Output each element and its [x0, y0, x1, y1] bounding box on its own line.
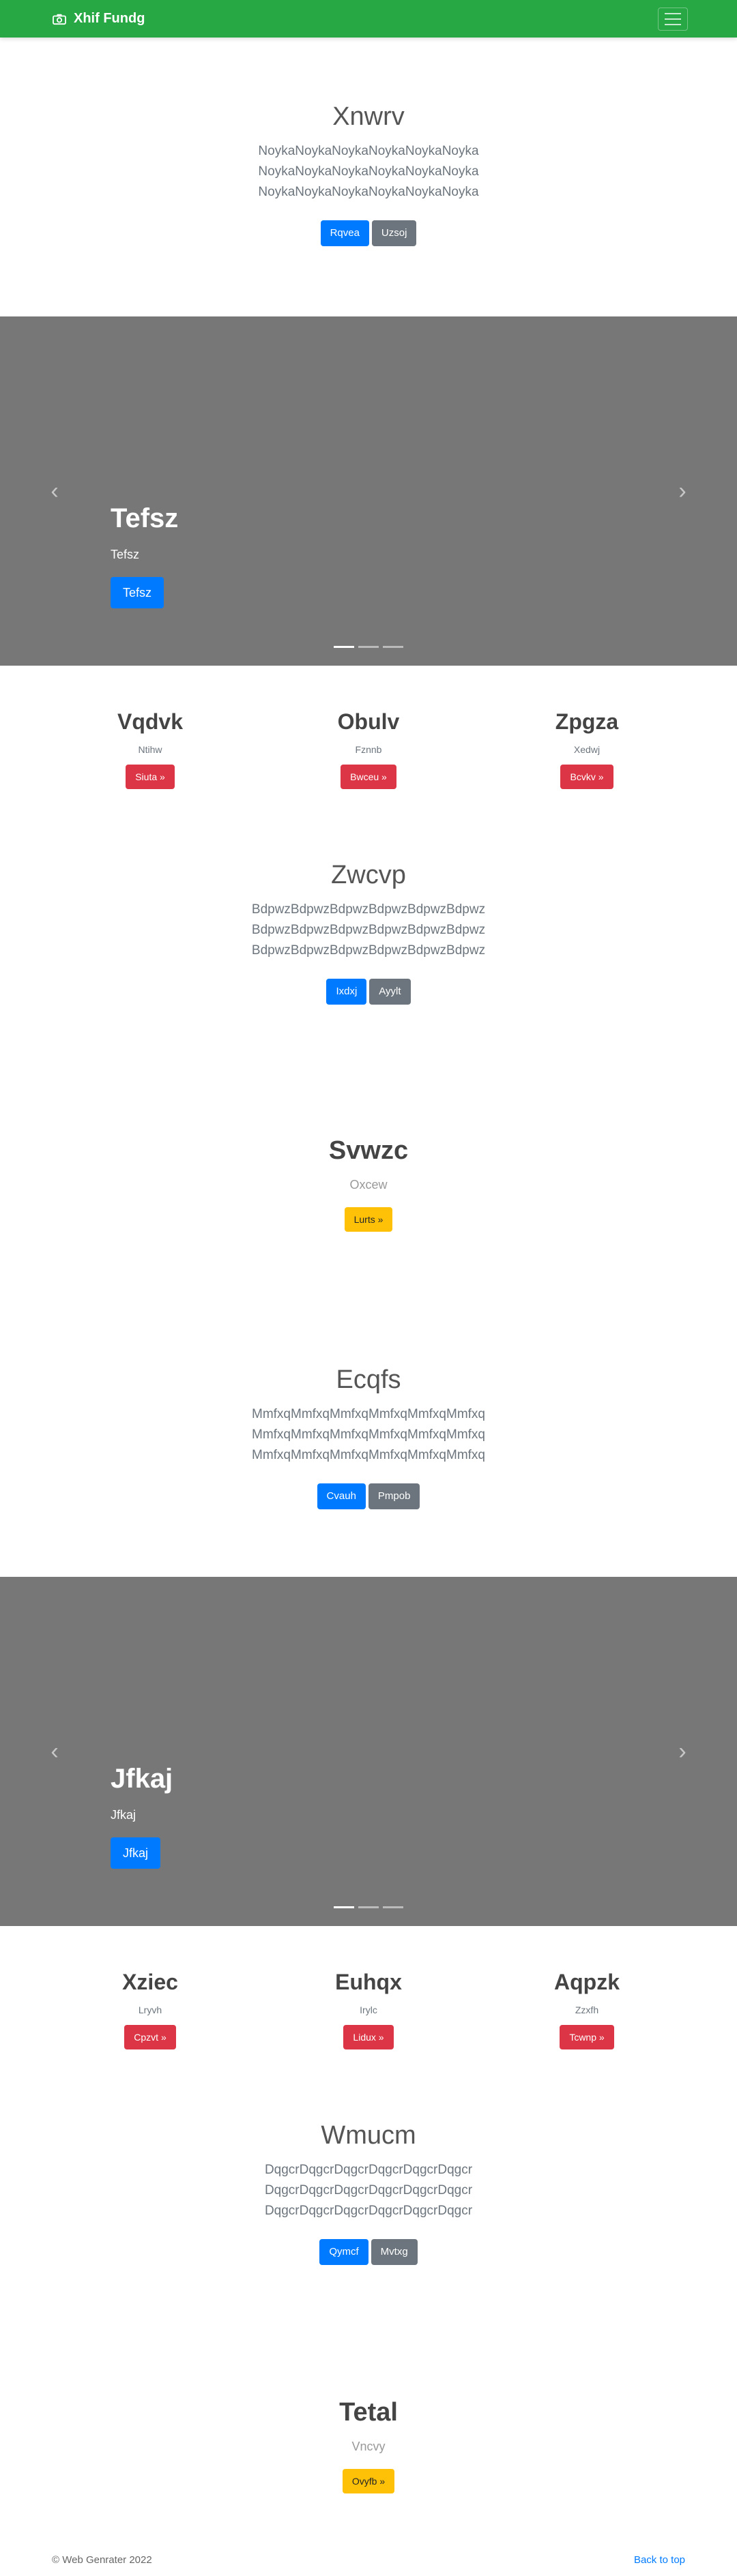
jumbotron-text: BdpwzBdpwzBdpwzBdpwzBdpwzBdpwz: [251, 943, 486, 958]
carousel-indicator[interactable]: [358, 1906, 379, 1908]
column-card: Aqpzk Zzxfh Tcwnp »: [485, 1970, 689, 2049]
feature-text: Vncvy: [351, 2440, 386, 2453]
column-title: Obulv: [337, 709, 400, 734]
column-card: Euhqx Irylc Lidux »: [266, 1970, 471, 2049]
column-title: Xziec: [122, 1970, 178, 1994]
jumbotron-1: Xnwrv NoykaNoykaNoykaNoykaNoykaNoyka Noy…: [0, 102, 737, 246]
carousel-2: ‹ › Jfkaj Jfkaj Jfkaj: [0, 1577, 737, 1926]
column-text: Ntihw: [138, 744, 162, 755]
feature-1: Svwzc Oxcew Lurts »: [0, 1136, 737, 1232]
navbar-brand[interactable]: Xhif Fundg: [52, 0, 145, 38]
jumbotron-title: Zwcvp: [331, 861, 406, 889]
carousel-indicator[interactable]: [334, 646, 354, 648]
column-card: Obulv Fznnb Bwceu »: [266, 709, 471, 789]
jumbotron-text: BdpwzBdpwzBdpwzBdpwzBdpwzBdpwz: [251, 902, 486, 917]
carousel-indicator[interactable]: [334, 1906, 354, 1908]
jumbotron-text: DqgcrDqgcrDqgcrDqgcrDqgcrDqgcr: [264, 2163, 473, 2177]
carousel-text: Jfkaj: [111, 1808, 136, 1822]
column-text: Irylc: [360, 2004, 377, 2015]
column-card: Xziec Lryvh Cpzvt »: [48, 1970, 252, 2049]
jumbotron-title: Ecqfs: [336, 1365, 401, 1394]
column-text: Zzxfh: [575, 2004, 599, 2015]
carousel-indicators: [334, 646, 403, 648]
secondary-button[interactable]: Pmpob: [368, 1483, 420, 1509]
carousel-1: ‹ › Tefsz Tefsz Tefsz: [0, 316, 737, 666]
carousel-button[interactable]: Jfkaj: [111, 1837, 161, 1869]
jumbotron-text: NoykaNoykaNoykaNoykaNoykaNoyka: [258, 185, 479, 199]
carousel-next-icon[interactable]: ›: [671, 1740, 693, 1763]
jumbotron-text: NoykaNoykaNoykaNoykaNoykaNoyka: [258, 164, 479, 179]
jumbotron-text: MmfxqMmfxqMmfxqMmfxqMmfxqMmfxq: [252, 1407, 485, 1421]
secondary-button[interactable]: Ayylt: [369, 979, 411, 1005]
column-card: Vqdvk Ntihw Siuta »: [48, 709, 252, 789]
feature-button[interactable]: Ovyfb »: [342, 2469, 395, 2493]
jumbotron-title: Wmucm: [321, 2121, 416, 2150]
jumbotron-3: Ecqfs MmfxqMmfxqMmfxqMmfxqMmfxqMmfxq Mmf…: [0, 1365, 737, 1509]
hamburger-icon: [665, 13, 681, 14]
column-text: Lryvh: [138, 2004, 162, 2015]
jumbotron-text: DqgcrDqgcrDqgcrDqgcrDqgcrDqgcr: [264, 2183, 473, 2197]
column-card: Zpgza Xedwj Bcvkv »: [485, 709, 689, 789]
carousel-title: Jfkaj: [111, 1764, 173, 1794]
column-text: Xedwj: [573, 744, 601, 755]
carousel-title: Tefsz: [111, 503, 179, 533]
carousel-next-icon[interactable]: ›: [671, 479, 693, 503]
column-button[interactable]: Lidux »: [343, 2025, 394, 2049]
primary-button[interactable]: Cvauh: [317, 1483, 366, 1509]
carousel-text: Tefsz: [111, 548, 140, 561]
back-to-top-link[interactable]: Back to top: [634, 2554, 685, 2566]
primary-button[interactable]: Rqvea: [320, 220, 369, 246]
jumbotron-2: Zwcvp BdpwzBdpwzBdpwzBdpwzBdpwzBdpwz Bdp…: [0, 861, 737, 1005]
carousel-indicator[interactable]: [358, 646, 379, 648]
column-button[interactable]: Siuta »: [126, 765, 175, 789]
camera-icon: [53, 14, 66, 25]
carousel-prev-icon[interactable]: ‹: [44, 1740, 66, 1763]
secondary-button[interactable]: Uzsoj: [371, 220, 417, 246]
column-title: Aqpzk: [554, 1970, 620, 1994]
carousel-indicator[interactable]: [383, 1906, 403, 1908]
feature-title: Svwzc: [328, 1136, 409, 1165]
column-button[interactable]: Cpzvt »: [124, 2025, 176, 2049]
column-text: Fznnb: [355, 744, 382, 755]
jumbotron-text: NoykaNoykaNoykaNoykaNoykaNoyka: [258, 144, 479, 158]
carousel-indicator[interactable]: [383, 646, 403, 648]
navbar-toggler-button[interactable]: [658, 8, 688, 31]
carousel-caption: Tefsz Tefsz Tefsz: [111, 503, 178, 608]
column-title: Euhqx: [335, 1970, 402, 1994]
jumbotron-4: Wmucm DqgcrDqgcrDqgcrDqgcrDqgcrDqgcr Dqg…: [0, 2121, 737, 2265]
secondary-button[interactable]: Mvtxg: [371, 2239, 418, 2265]
column-button[interactable]: Bwceu »: [341, 765, 396, 789]
feature-button[interactable]: Lurts »: [344, 1207, 393, 1232]
column-button[interactable]: Bcvkv »: [560, 765, 613, 789]
jumbotron-text: MmfxqMmfxqMmfxqMmfxqMmfxqMmfxq: [252, 1427, 485, 1442]
footer: © Web Genrater 2022 Back to top: [0, 2554, 737, 2571]
feature-title: Tetal: [339, 2398, 398, 2427]
column-button[interactable]: Tcwnp »: [560, 2025, 614, 2049]
carousel-button[interactable]: Tefsz: [111, 577, 164, 608]
primary-button[interactable]: Qymcf: [319, 2239, 369, 2265]
jumbotron-text: MmfxqMmfxqMmfxqMmfxqMmfxqMmfxq: [252, 1448, 485, 1462]
jumbotron-text: BdpwzBdpwzBdpwzBdpwzBdpwzBdpwz: [251, 923, 486, 937]
column-title: Vqdvk: [117, 709, 184, 734]
column-title: Zpgza: [555, 709, 619, 734]
carousel-prev-icon[interactable]: ‹: [44, 479, 66, 503]
footer-copyright: © Web Genrater 2022: [52, 2554, 152, 2566]
primary-button[interactable]: Ixdxj: [326, 979, 367, 1005]
carousel-caption: Jfkaj Jfkaj Jfkaj: [111, 1764, 173, 1869]
jumbotron-title: Xnwrv: [332, 102, 405, 131]
navbar: Xhif Fundg: [0, 0, 737, 38]
feature-text: Oxcew: [349, 1178, 388, 1191]
jumbotron-text: DqgcrDqgcrDqgcrDqgcrDqgcrDqgcr: [264, 2204, 473, 2218]
carousel-indicators: [334, 1906, 403, 1908]
feature-2: Tetal Vncvy Ovyfb »: [0, 2398, 737, 2493]
brand-name: Xhif Fundg: [74, 11, 145, 26]
